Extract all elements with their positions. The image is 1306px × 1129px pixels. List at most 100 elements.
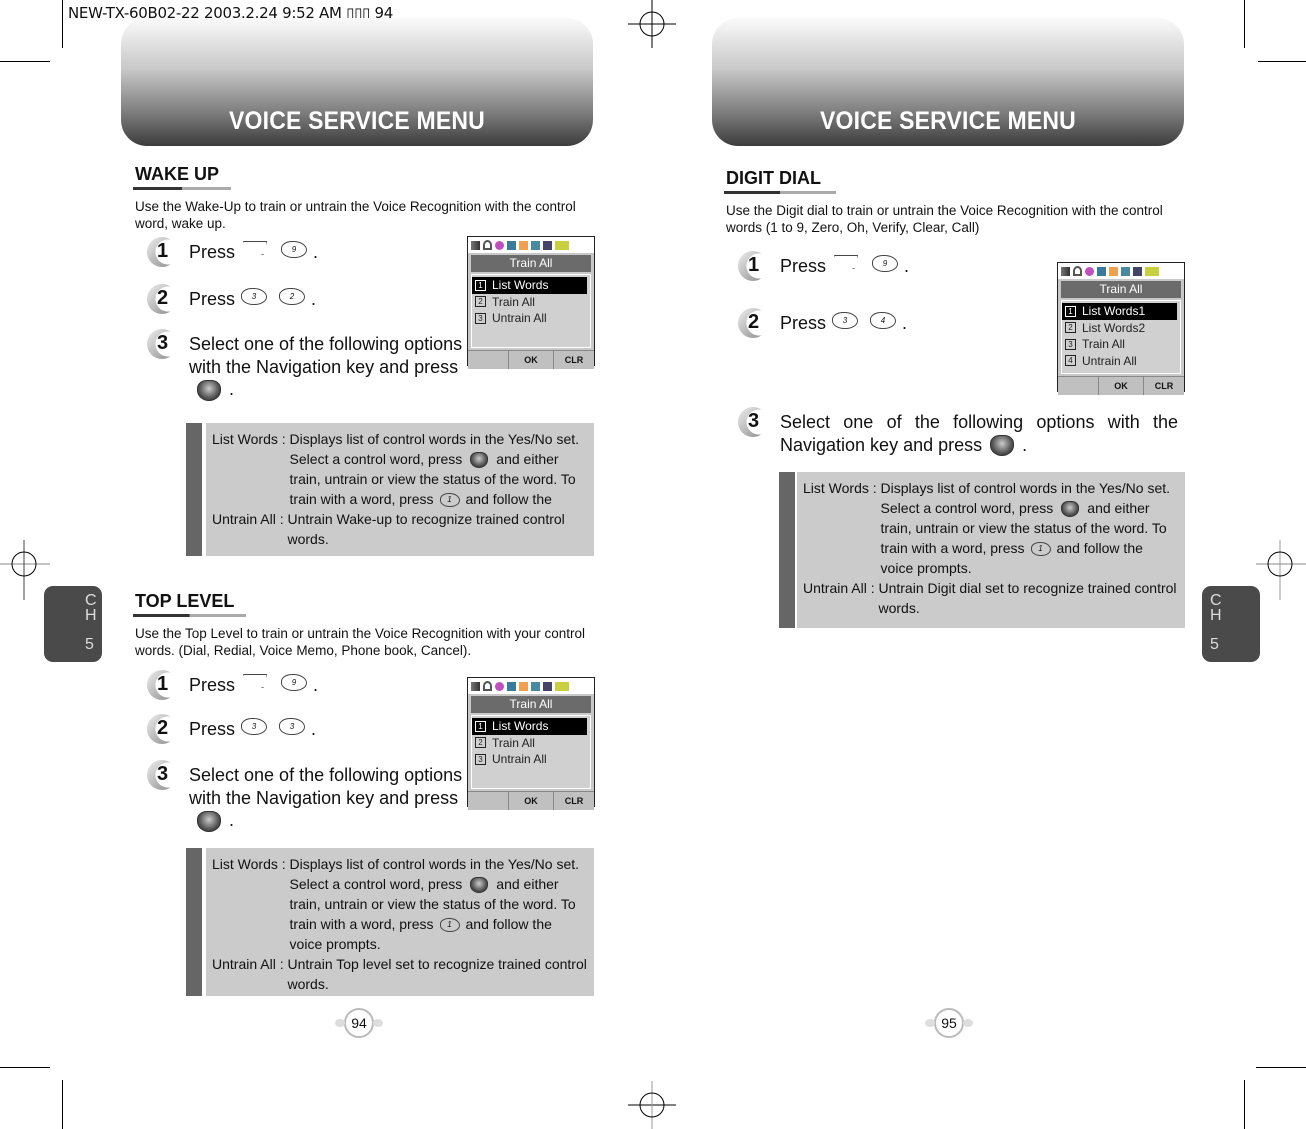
chapter-h: H	[85, 607, 97, 624]
menu-item[interactable]: 1 List Words1	[1062, 303, 1177, 320]
ok-softkey[interactable]: OK	[508, 351, 553, 369]
key-3-icon: 3	[832, 312, 859, 329]
menu-item[interactable]: 3 Train All	[1062, 336, 1180, 353]
phone-screen: Train All 1 List Words1 2 List Words2 3 Tra…	[1057, 262, 1185, 395]
bug-icon	[495, 240, 504, 250]
left-softkey-icon	[834, 255, 859, 269]
menu-item[interactable]: 3 Untrain All	[472, 310, 590, 327]
navigation-ok-key-icon	[197, 379, 221, 401]
step-number-badge: 3	[147, 329, 177, 359]
voice-icon	[1121, 266, 1130, 276]
key-9-icon: 9	[281, 674, 308, 691]
headset-icon	[1073, 266, 1082, 276]
registration-mark-icon	[1256, 540, 1306, 600]
message-icon	[519, 240, 528, 250]
step-end: .	[1022, 434, 1028, 455]
step-text: Select one of the following options with…	[780, 412, 1178, 455]
clr-softkey[interactable]: CLR	[553, 792, 594, 810]
note-term: List Words :	[212, 431, 290, 447]
signal-icon	[1061, 266, 1070, 276]
step-text: Press	[189, 242, 236, 262]
chapter-number: 5	[1210, 636, 1219, 653]
memo-icon	[543, 240, 552, 250]
headset-icon	[483, 240, 492, 250]
menu-item[interactable]: 3 Untrain All	[472, 751, 590, 768]
step-2: 2 Press 3 3 .	[147, 714, 317, 744]
phone-screen: Train All 1 List Words 2 Train All 3 Untrai…	[467, 677, 595, 810]
page-number: 94	[335, 1008, 383, 1038]
chapter-tab: C H 5	[1202, 586, 1260, 662]
menu-item[interactable]: 2 List Words2	[1062, 320, 1180, 337]
ok-softkey[interactable]: OK	[1098, 377, 1143, 395]
key-3-icon: 3	[241, 718, 268, 735]
note-term: Untrain All :	[212, 511, 288, 527]
key-3-icon: 3	[241, 288, 268, 305]
key-1-icon: 1	[439, 493, 460, 508]
headset-icon	[483, 681, 492, 691]
navigation-ok-key-icon	[990, 435, 1015, 457]
step-end: .	[313, 675, 319, 695]
message-icon	[1109, 266, 1118, 276]
ok-softkey[interactable]: OK	[508, 792, 553, 810]
header-title: VOICE SERVICE MENU	[229, 107, 485, 135]
step-end: .	[311, 719, 317, 739]
header-banner: VOICE SERVICE MENU	[712, 18, 1184, 146]
phone-screen: Train All 1 List Words 2 Train All 3 Untrai…	[467, 236, 595, 369]
battery-icon	[555, 240, 569, 250]
menu-item[interactable]: 4 Untrain All	[1062, 353, 1180, 370]
menu-list: 1 List Words 2 Train All 3 Untrain All	[471, 715, 591, 789]
battery-icon	[555, 681, 569, 691]
chapter-number: 5	[85, 636, 94, 653]
step-3: 3 Select one of the following options wi…	[147, 760, 467, 832]
key-9-icon: 9	[281, 241, 308, 258]
step-number-badge: 1	[738, 251, 768, 281]
note-desc: Untrain Digit dial set to recognize trai…	[878, 580, 1177, 616]
step-end: .	[229, 379, 235, 399]
crop-mark	[1256, 1067, 1306, 1068]
step-number-badge: 2	[147, 714, 177, 744]
phone-icon	[1097, 266, 1106, 276]
key-1-icon: 1	[439, 918, 460, 933]
note-desc: and follow the	[465, 491, 552, 507]
step-end: .	[902, 313, 908, 333]
battery-icon	[1145, 266, 1159, 276]
step-text: Select one of the following options with…	[189, 765, 463, 808]
crop-mark	[1244, 1080, 1245, 1129]
step-number-badge: 2	[147, 284, 177, 314]
clr-softkey[interactable]: CLR	[1143, 377, 1184, 395]
step-end: .	[904, 256, 910, 276]
section-title-wake-up: WAKE UP	[135, 164, 220, 184]
note-desc: Untrain Top level set to recognize train…	[287, 956, 587, 992]
step-1: 1 Press 9 .	[147, 670, 319, 700]
softkey-bar: OK CLR	[468, 350, 594, 369]
menu-item[interactable]: 2 Train All	[472, 294, 590, 311]
step-number-badge: 2	[738, 308, 768, 338]
note-bar	[186, 423, 202, 556]
note-term: Untrain All :	[803, 580, 879, 596]
header-banner: VOICE SERVICE MENU	[121, 18, 593, 146]
voice-icon	[531, 240, 540, 250]
crop-mark	[1244, 0, 1245, 48]
chapter-h: H	[1210, 607, 1222, 624]
section-underline	[133, 187, 231, 190]
screen-title: Train All	[471, 696, 591, 713]
menu-list: 1 List Words 2 Train All 3 Untrain All	[471, 274, 591, 348]
crop-mark	[62, 0, 63, 48]
voice-icon	[531, 681, 540, 691]
softkey-bar: OK CLR	[1058, 376, 1184, 395]
note-term: Untrain All :	[212, 956, 288, 972]
registration-mark-icon	[0, 540, 50, 600]
step-1: 1 Press 9 .	[738, 251, 910, 281]
menu-item[interactable]: 2 Train All	[472, 735, 590, 752]
menu-item[interactable]: 1 List Words	[472, 277, 587, 294]
section-title-digit-dial: DIGIT DIAL	[726, 168, 821, 188]
note-term: List Words :	[212, 856, 290, 872]
navigation-ok-key-icon	[1061, 501, 1080, 518]
navigation-ok-key-icon	[470, 877, 489, 894]
step-text: Press	[189, 675, 236, 695]
section-intro: Use the Wake-Up to train or untrain the …	[135, 199, 576, 231]
menu-item[interactable]: 1 List Words	[472, 718, 587, 735]
note-desc: Untrain Wake-up to recognize trained con…	[287, 511, 565, 547]
clr-softkey[interactable]: CLR	[553, 351, 594, 369]
step-text: Press	[189, 289, 236, 309]
